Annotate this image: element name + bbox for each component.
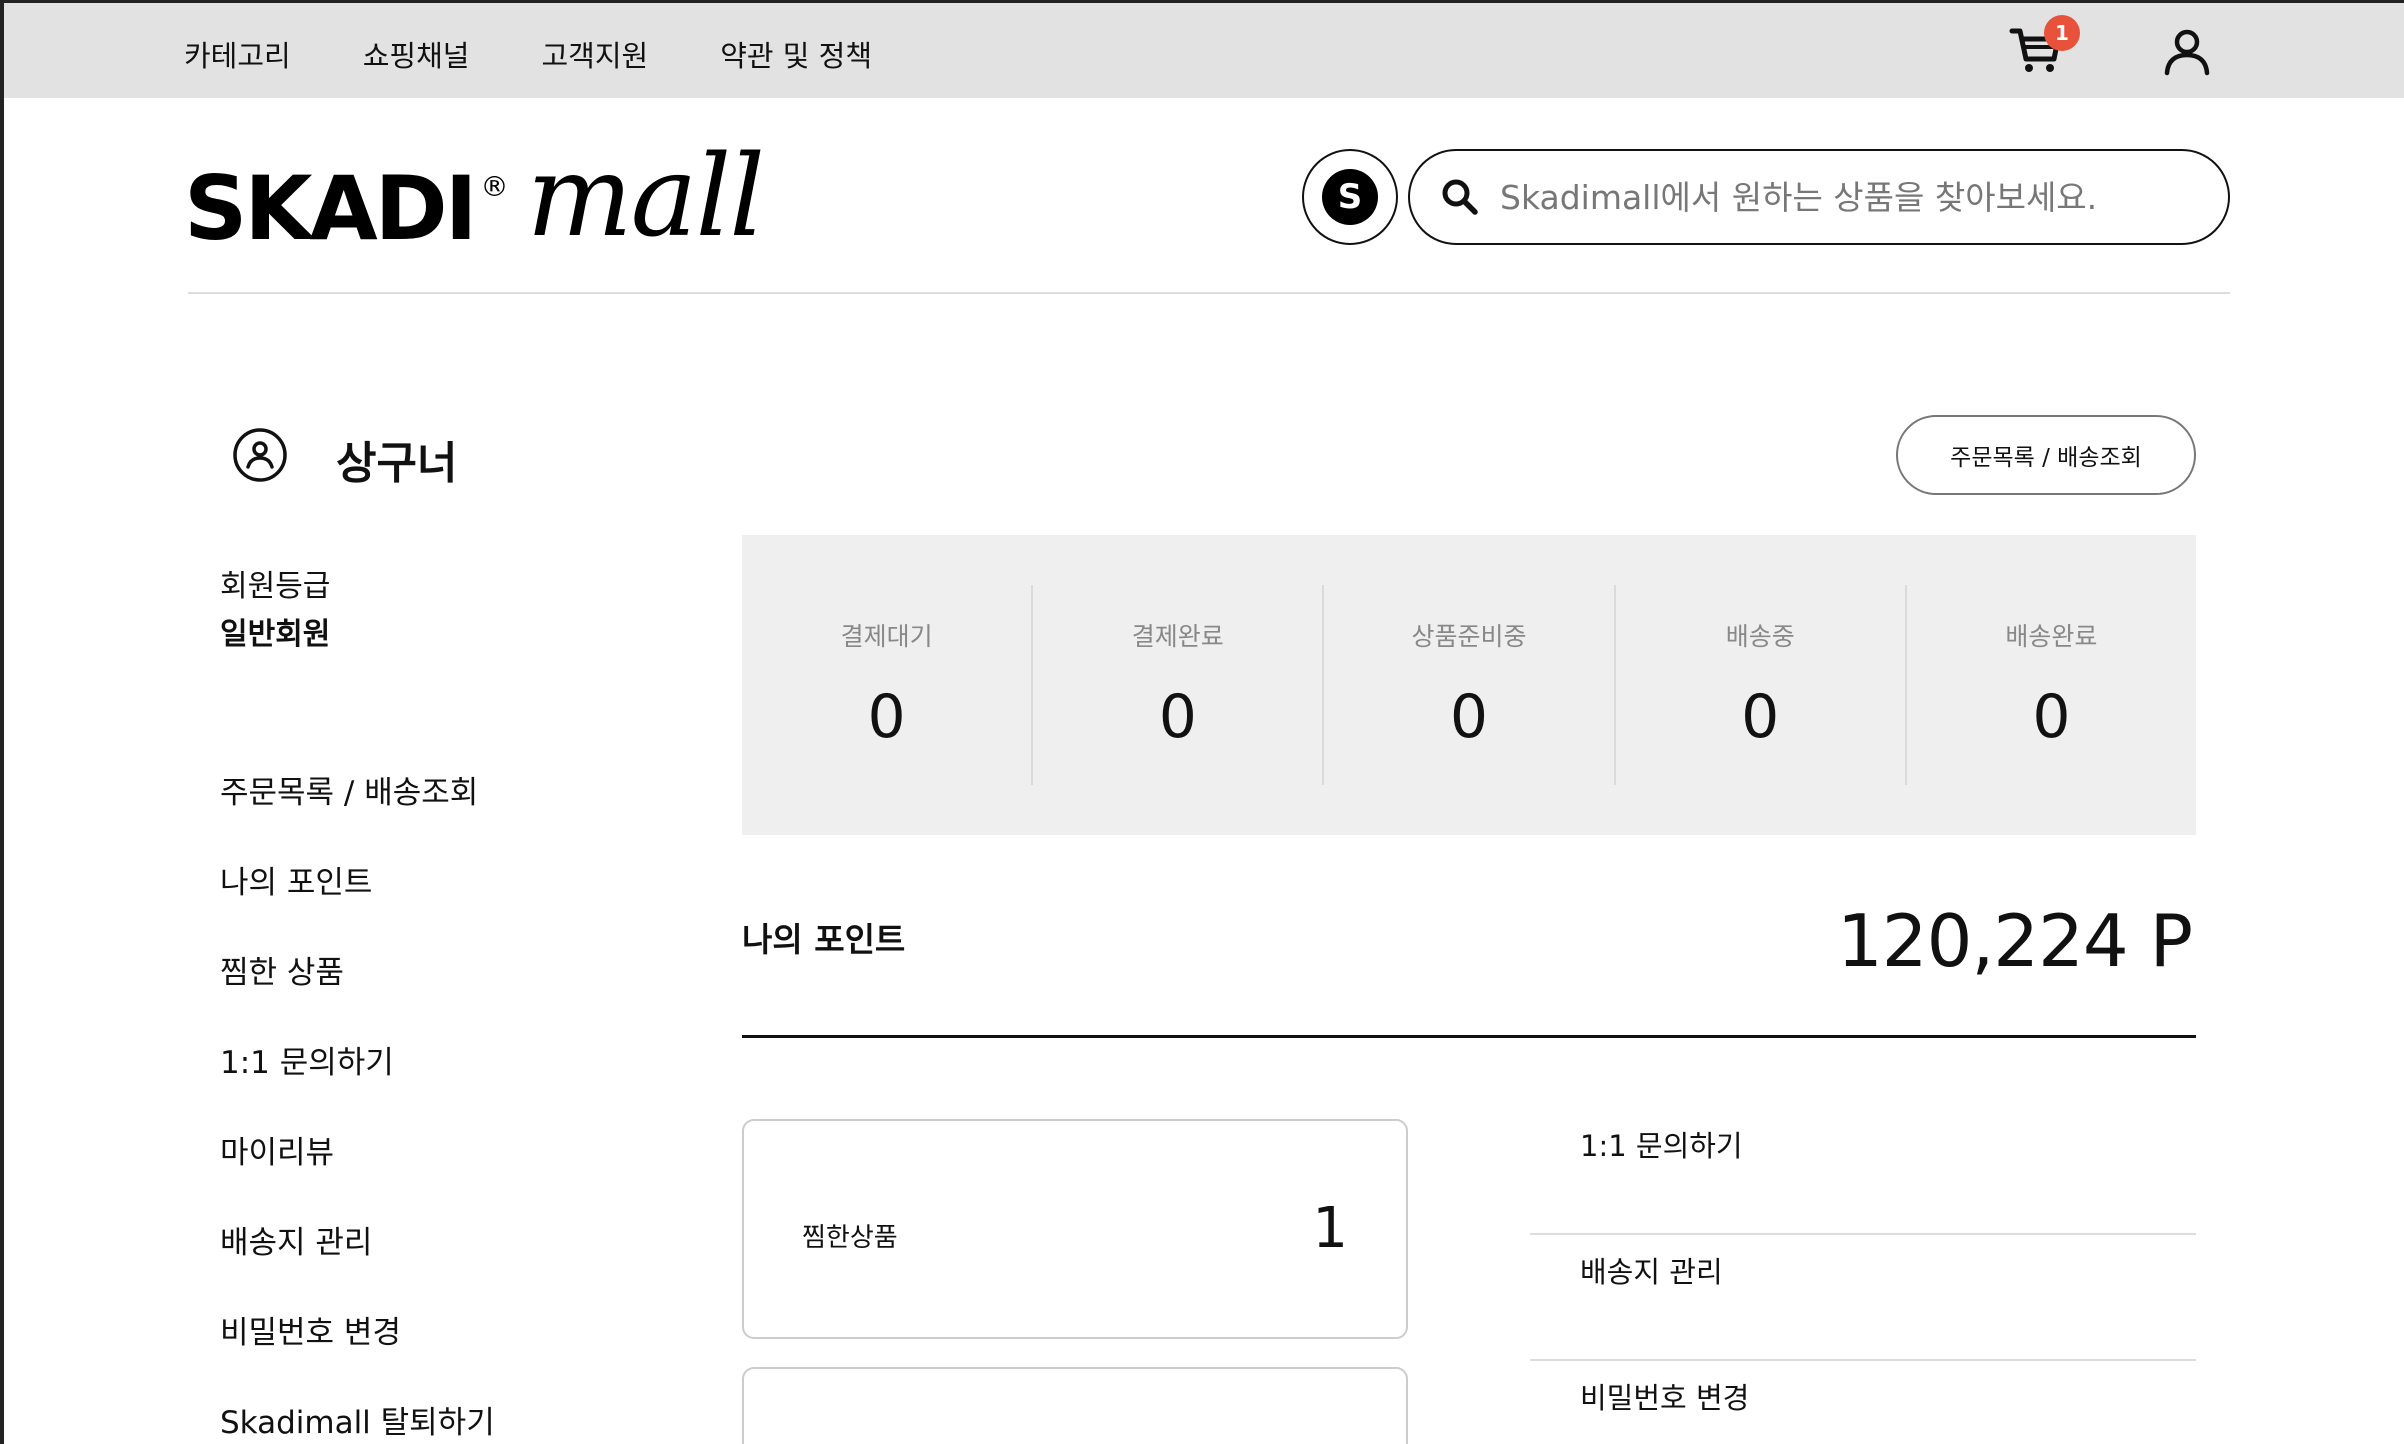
sidebar-item-address-management[interactable]: 배송지 관리 xyxy=(220,1223,495,1313)
order-status-panel: 결제대기 0 결제완료 0 상품준비중 0 배송중 0 배송완료 0 xyxy=(742,535,2196,835)
search-icon[interactable] xyxy=(1440,177,1480,217)
status-count: 0 xyxy=(1449,682,1489,752)
topnav-category[interactable]: 카테고리 xyxy=(184,33,291,75)
sidebar-item-my-reviews[interactable]: 마이리뷰 xyxy=(220,1133,495,1223)
logo-registered-mark: ® xyxy=(480,170,509,203)
status-payment-complete[interactable]: 결제완료 0 xyxy=(1033,585,1325,785)
status-count: 0 xyxy=(1158,682,1197,752)
quick-link-inquiry[interactable]: 1:1 문의하기 xyxy=(1530,1109,2196,1235)
status-delivered[interactable]: 배송완료 0 xyxy=(1907,585,2196,785)
status-label: 결제완료 xyxy=(1131,622,1224,651)
sidebar-item-withdraw[interactable]: Skadimall 탈퇴하기 xyxy=(220,1403,495,1444)
top-bar: 카테고리 쇼핑채널 고객지원 약관 및 정책 1 xyxy=(4,3,2404,98)
quick-links: 1:1 문의하기 배송지 관리 비밀번호 변경 xyxy=(1530,1109,2196,1444)
status-count: 0 xyxy=(1741,682,1780,752)
header-divider xyxy=(188,292,2230,294)
quick-link-address-management[interactable]: 배송지 관리 xyxy=(1530,1235,2196,1361)
wishlist-card-count: 1 xyxy=(1312,1196,1348,1261)
logo-script-text: mall xyxy=(526,132,765,262)
sidebar-item-wishlist[interactable]: 찜한 상품 xyxy=(220,953,495,1043)
wishlist-card[interactable]: 찜한상품 1 xyxy=(742,1119,1408,1339)
status-label: 결제대기 xyxy=(840,622,933,651)
sidebar-item-my-points[interactable]: 나의 포인트 xyxy=(220,863,495,953)
status-count: 0 xyxy=(867,682,906,752)
member-grade-value: 일반회원 xyxy=(220,617,331,652)
secondary-card[interactable] xyxy=(742,1367,1408,1444)
skadi-s-button[interactable]: S xyxy=(1302,149,1398,245)
topnav-terms-policy[interactable]: 약관 및 정책 xyxy=(720,33,872,75)
sidebar-menu: 주문목록 / 배송조회 나의 포인트 찜한 상품 1:1 문의하기 마이리뷰 배… xyxy=(220,773,495,1444)
topnav-customer-support[interactable]: 고객지원 xyxy=(541,33,648,75)
status-shipping[interactable]: 배송중 0 xyxy=(1616,585,1907,785)
sidebar-item-order-history[interactable]: 주문목록 / 배송조회 xyxy=(220,773,495,863)
sidebar-item-change-password[interactable]: 비밀번호 변경 xyxy=(220,1313,495,1403)
profile-avatar-icon xyxy=(232,427,288,483)
quick-link-change-password[interactable]: 비밀번호 변경 xyxy=(1530,1361,2196,1444)
wishlist-card-label: 찜한상품 xyxy=(802,1223,898,1253)
status-payment-pending[interactable]: 결제대기 0 xyxy=(742,585,1034,785)
sidebar-item-inquiry[interactable]: 1:1 문의하기 xyxy=(220,1043,495,1133)
status-count: 0 xyxy=(2032,682,2071,752)
user-icon[interactable] xyxy=(2162,27,2212,77)
top-nav: 카테고리 쇼핑채널 고객지원 약관 및 정책 xyxy=(184,33,872,75)
points-divider xyxy=(742,1035,2196,1038)
topnav-shopping-channel[interactable]: 쇼핑채널 xyxy=(363,33,470,75)
cart-count-badge: 1 xyxy=(2044,15,2080,51)
status-label: 상품준비중 xyxy=(1411,622,1527,651)
search-input[interactable] xyxy=(1500,177,2200,217)
search-bar xyxy=(1408,149,2230,245)
s-badge-icon: S xyxy=(1322,169,1378,225)
points-value: 120,224 P xyxy=(1836,899,2193,983)
status-label: 배송완료 xyxy=(2005,622,2098,651)
site-logo[interactable]: SKADI ® mall xyxy=(184,132,765,262)
status-preparing[interactable]: 상품준비중 0 xyxy=(1324,585,1616,785)
order-history-button[interactable]: 주문목록 / 배송조회 xyxy=(1896,415,2196,495)
points-label: 나의 포인트 xyxy=(742,920,906,959)
profile-username: 상구너 xyxy=(336,438,458,489)
member-grade-label: 회원등급 xyxy=(220,569,331,604)
logo-brand-text: SKADI xyxy=(184,157,477,260)
status-label: 배송중 xyxy=(1725,622,1795,651)
